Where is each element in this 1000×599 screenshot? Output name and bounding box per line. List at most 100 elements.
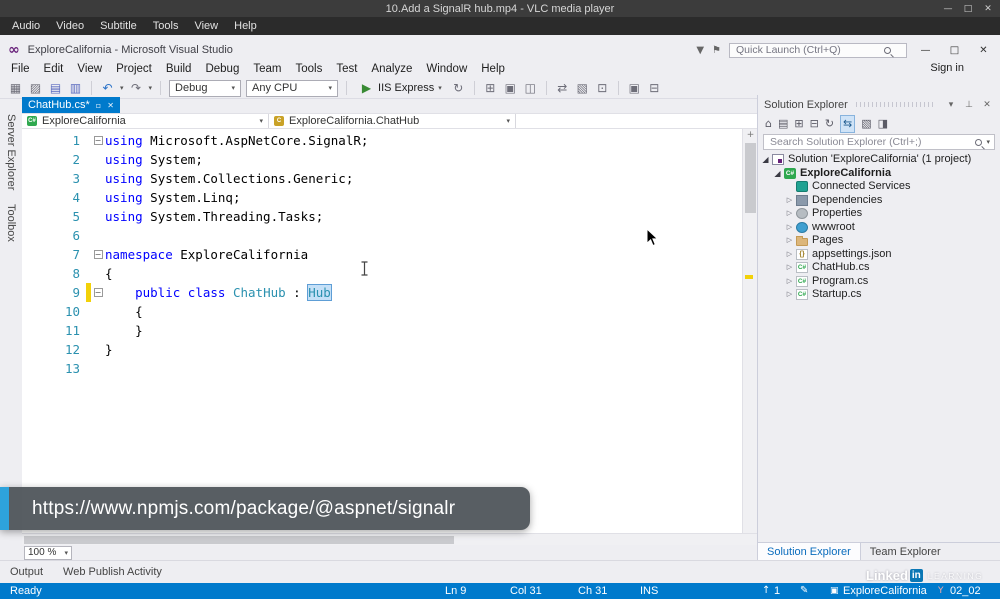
- feedback-icon[interactable]: ▼: [696, 45, 704, 56]
- line-number[interactable]: 10: [22, 302, 86, 321]
- code-line[interactable]: 10 {: [22, 302, 742, 321]
- tree-item-solution-explorecalifornia-1-project[interactable]: ◢ Solution 'ExploreCalifornia' (1 project…: [758, 153, 1000, 167]
- quick-launch-input[interactable]: [734, 43, 884, 57]
- solution-search-box[interactable]: ▾: [763, 134, 995, 150]
- vs-close-button[interactable]: ✕: [973, 45, 994, 56]
- vs-menu-window[interactable]: Window: [419, 63, 474, 75]
- toolbar-icon-4[interactable]: ⇄: [555, 79, 570, 97]
- preview-icon[interactable]: ◨: [878, 116, 888, 132]
- vlc-menu-subtitle[interactable]: Subtitle: [92, 20, 145, 32]
- code-line[interactable]: 1− using Microsoft.AspNetCore.SignalR;: [22, 131, 742, 150]
- tree-collapsed-icon[interactable]: ▷: [784, 261, 795, 275]
- code-text[interactable]: using System.Linq;: [105, 188, 240, 207]
- fold-column[interactable]: −: [91, 283, 105, 302]
- tree-collapsed-icon[interactable]: ▷: [784, 221, 795, 235]
- line-number[interactable]: 11: [22, 321, 86, 340]
- vlc-menu-video[interactable]: Video: [48, 20, 92, 32]
- vlc-close-button[interactable]: ✕: [978, 4, 998, 14]
- sync-with-active-document-icon[interactable]: ⇆: [840, 114, 856, 133]
- run-button[interactable]: ▶ IIS Express ▾: [355, 79, 446, 97]
- code-text[interactable]: using System.Collections.Generic;: [105, 169, 353, 188]
- code-line[interactable]: 3 using System.Collections.Generic;: [22, 169, 742, 188]
- vs-menu-analyze[interactable]: Analyze: [364, 63, 419, 75]
- save-icon[interactable]: ▤: [48, 79, 63, 97]
- code-text[interactable]: }: [105, 321, 143, 340]
- fold-column[interactable]: [91, 302, 105, 321]
- toolbar-icon-2[interactable]: ▣: [503, 79, 518, 97]
- document-tab-chathub[interactable]: ChatHub.cs* ▫ ✕: [22, 97, 120, 113]
- code-text[interactable]: }: [105, 340, 113, 359]
- code-text[interactable]: {: [105, 302, 143, 321]
- vs-menu-team[interactable]: Team: [246, 63, 288, 75]
- line-number[interactable]: 2: [22, 150, 86, 169]
- vs-menu-build[interactable]: Build: [159, 63, 199, 75]
- line-number[interactable]: 8: [22, 264, 86, 283]
- toolbar-icon-6[interactable]: ⊡: [595, 79, 610, 97]
- toolbox-tab[interactable]: Toolbox: [5, 204, 17, 242]
- vlc-menu-audio[interactable]: Audio: [4, 20, 48, 32]
- tree-item-explorecalifornia[interactable]: ◢ C# ExploreCalifornia: [758, 167, 1000, 181]
- code-line[interactable]: 6: [22, 226, 742, 245]
- code-text[interactable]: using Microsoft.AspNetCore.SignalR;: [105, 131, 368, 150]
- line-number[interactable]: 12: [22, 340, 86, 359]
- bookmark-icon[interactable]: ▣: [627, 79, 642, 97]
- vs-restore-button[interactable]: □: [944, 45, 965, 56]
- redo-dropdown-icon[interactable]: ▾: [149, 84, 153, 92]
- pending-edits-icon[interactable]: ✎: [800, 583, 808, 599]
- video-frame[interactable]: ∞ ExploreCalifornia - Microsoft Visual S…: [0, 35, 1000, 599]
- tree-collapsed-icon[interactable]: ▷: [784, 288, 795, 302]
- fold-column[interactable]: −: [91, 245, 105, 264]
- platform-dropdown[interactable]: Any CPU ▾: [246, 79, 339, 97]
- output-tab[interactable]: Output: [10, 566, 43, 578]
- status-repository[interactable]: ExploreCalifornia: [843, 583, 927, 599]
- vs-menu-view[interactable]: View: [70, 63, 109, 75]
- code-line[interactable]: 12}: [22, 340, 742, 359]
- window-position-icon[interactable]: ▾: [944, 100, 958, 110]
- toolbar-icon-7[interactable]: ⊟: [647, 79, 662, 97]
- tab-team-explorer[interactable]: Team Explorer: [861, 543, 950, 560]
- type-dropdown[interactable]: C ExploreCalifornia.ChatHub ▾: [269, 114, 516, 128]
- branch-icon[interactable]: Y: [938, 583, 944, 599]
- push-count[interactable]: 1: [774, 583, 780, 599]
- code-text[interactable]: public class ChatHub : Hub: [105, 283, 332, 302]
- fold-column[interactable]: [91, 264, 105, 283]
- scrollbar-thumb[interactable]: [24, 536, 454, 544]
- fold-column[interactable]: [91, 321, 105, 340]
- code-line[interactable]: 2 using System;: [22, 150, 742, 169]
- panel-grip[interactable]: [855, 102, 936, 107]
- quick-launch-box[interactable]: [729, 42, 907, 58]
- code-line[interactable]: 13: [22, 359, 742, 378]
- properties-icon[interactable]: ▧: [861, 116, 871, 132]
- tree-item-chathub-cs[interactable]: ▷ C# ChatHub.cs: [758, 261, 1000, 275]
- vs-menu-tools[interactable]: Tools: [288, 63, 329, 75]
- status-branch[interactable]: 02_02: [950, 583, 981, 599]
- refresh-icon[interactable]: ↻: [451, 79, 466, 97]
- solution-explorer-header[interactable]: Solution Explorer ▾ ⊥ ✕: [758, 95, 1000, 114]
- toolbar-icon-5[interactable]: ▧: [575, 79, 590, 97]
- toolbar-icon-1[interactable]: ⊞: [483, 79, 498, 97]
- vlc-minimize-button[interactable]: —: [938, 4, 958, 14]
- undo-icon[interactable]: ↶: [100, 79, 115, 97]
- code-line[interactable]: 7− namespace ExploreCalifornia: [22, 245, 742, 264]
- redo-icon[interactable]: ↷: [129, 79, 144, 97]
- line-number[interactable]: 5: [22, 207, 86, 226]
- tree-item-appsettings-json[interactable]: ▷{} appsettings.json: [758, 248, 1000, 262]
- split-handle-icon[interactable]: +: [745, 130, 756, 140]
- refresh-icon[interactable]: ↻: [825, 116, 834, 132]
- solution-search-input[interactable]: [768, 135, 972, 149]
- scrollbar-thumb[interactable]: [745, 143, 756, 213]
- member-dropdown[interactable]: [516, 114, 757, 128]
- configuration-dropdown[interactable]: Debug ▾: [169, 79, 242, 97]
- fold-toggle-icon[interactable]: −: [93, 136, 103, 145]
- tree-expanded-icon[interactable]: ◢: [772, 167, 783, 181]
- sign-in-link[interactable]: Sign in: [930, 62, 964, 74]
- tree-item-connected-services[interactable]: Connected Services: [758, 180, 1000, 194]
- line-number[interactable]: 4: [22, 188, 86, 207]
- chevron-down-icon[interactable]: ▾: [986, 138, 990, 146]
- server-explorer-tab[interactable]: Server Explorer: [5, 114, 17, 190]
- code-line[interactable]: 5 using System.Threading.Tasks;: [22, 207, 742, 226]
- tree-collapsed-icon[interactable]: ▷: [784, 207, 795, 221]
- vs-menu-help[interactable]: Help: [474, 63, 512, 75]
- code-text[interactable]: namespace ExploreCalifornia: [105, 245, 308, 264]
- line-number[interactable]: 6: [22, 226, 86, 245]
